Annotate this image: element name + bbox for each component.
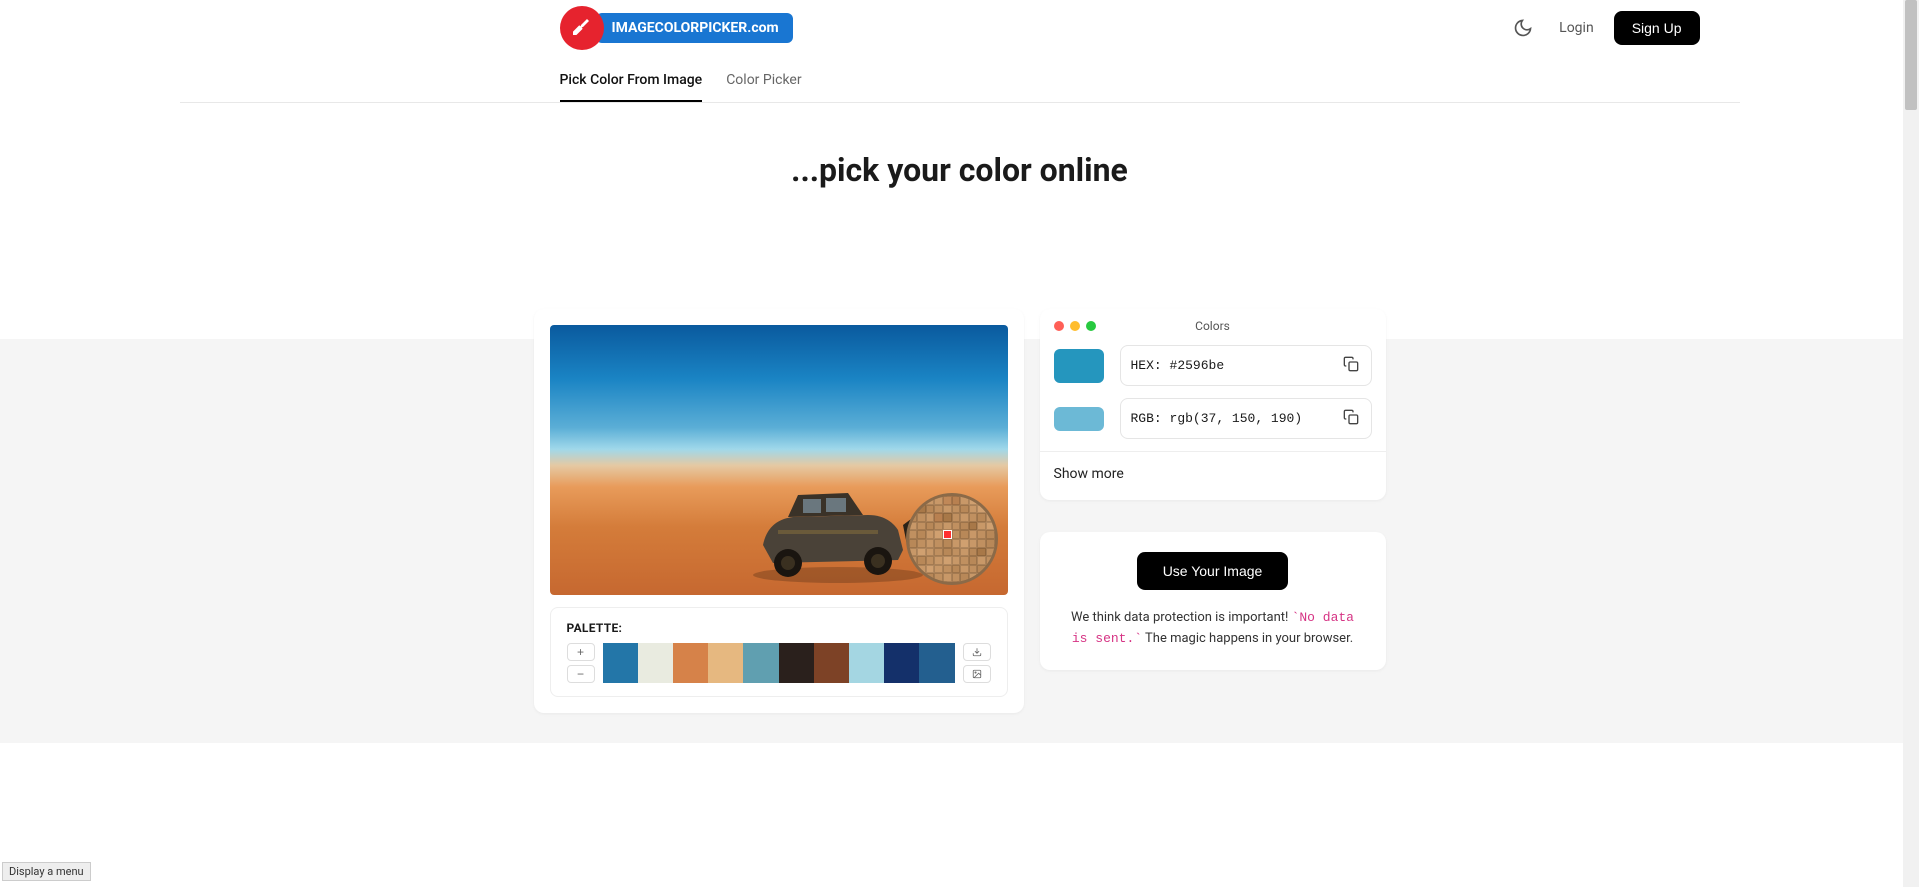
palette-action-controls xyxy=(963,643,991,683)
palette-swatch-9[interactable] xyxy=(919,643,954,683)
palette-swatch-1[interactable] xyxy=(638,643,673,683)
theme-toggle-button[interactable] xyxy=(1507,12,1539,44)
right-column: Colors HEX: #2596be RGB: r xyxy=(1040,309,1386,713)
colors-card: Colors HEX: #2596be RGB: r xyxy=(1040,309,1386,500)
page-title: ...pick your color online xyxy=(0,151,1919,189)
palette-remove-button[interactable]: − xyxy=(567,665,595,683)
palette-swatch-7[interactable] xyxy=(849,643,884,683)
palette-add-button[interactable]: + xyxy=(567,643,595,661)
rgb-text: RGB: rgb(37, 150, 190) xyxy=(1131,411,1303,426)
rgb-value-box: RGB: rgb(37, 150, 190) xyxy=(1120,398,1372,439)
dot-yellow-icon xyxy=(1070,321,1080,331)
copy-hex-button[interactable] xyxy=(1341,354,1361,377)
nav-tabs: Pick Color From Image Color Picker xyxy=(180,60,1740,103)
window-dots xyxy=(1054,321,1096,331)
hex-value-box: HEX: #2596be xyxy=(1120,345,1372,386)
scrollbar[interactable] xyxy=(1903,0,1919,887)
upload-description: We think data protection is important! `… xyxy=(1060,608,1366,650)
rgb-swatch[interactable] xyxy=(1054,407,1104,431)
hex-row: HEX: #2596be xyxy=(1054,345,1372,386)
image-preview[interactable] xyxy=(550,325,1008,595)
logo-icon xyxy=(560,6,604,50)
status-hint: Display a menu xyxy=(2,862,91,881)
rgb-row: RGB: rgb(37, 150, 190) xyxy=(1054,398,1372,439)
palette-swatch-3[interactable] xyxy=(708,643,743,683)
download-icon xyxy=(972,647,982,657)
palette-size-controls: + − xyxy=(567,643,595,683)
dot-green-icon xyxy=(1086,321,1096,331)
login-link[interactable]: Login xyxy=(1559,20,1594,36)
dot-red-icon xyxy=(1054,321,1064,331)
content-row: PALETTE: + − xyxy=(0,309,1919,713)
palette-swatch-4[interactable] xyxy=(743,643,778,683)
tab-color-picker[interactable]: Color Picker xyxy=(726,60,801,102)
hex-swatch[interactable] xyxy=(1054,349,1104,383)
upload-card: Use Your Image We think data protection … xyxy=(1040,532,1386,670)
palette-label: PALETTE: xyxy=(567,621,991,635)
moon-icon xyxy=(1513,18,1533,38)
signup-button[interactable]: Sign Up xyxy=(1614,11,1700,45)
magnifier-lens xyxy=(906,493,998,585)
tab-pick-color-from-image[interactable]: Pick Color From Image xyxy=(560,60,703,102)
header: IMAGECOLORPICKER.com Login Sign Up xyxy=(180,0,1740,56)
divider xyxy=(1040,451,1386,452)
show-more-link[interactable]: Show more xyxy=(1054,466,1372,482)
palette-row: + − xyxy=(567,643,991,683)
colors-header: Colors xyxy=(1054,321,1372,331)
palette-download-button[interactable] xyxy=(963,643,991,661)
logo-text: IMAGECOLORPICKER.com xyxy=(596,13,793,43)
image-icon xyxy=(972,669,982,679)
palette-card: PALETTE: + − xyxy=(550,607,1008,697)
palette-swatch-2[interactable] xyxy=(673,643,708,683)
copy-rgb-button[interactable] xyxy=(1341,407,1361,430)
copy-icon xyxy=(1343,356,1359,372)
palette-swatch-6[interactable] xyxy=(814,643,849,683)
palette-swatch-8[interactable] xyxy=(884,643,919,683)
palette-swatch-0[interactable] xyxy=(603,643,638,683)
copy-icon xyxy=(1343,409,1359,425)
scrollbar-thumb[interactable] xyxy=(1905,0,1917,110)
hex-text: HEX: #2596be xyxy=(1131,358,1225,373)
image-card: PALETTE: + − xyxy=(534,309,1024,713)
colors-title: Colors xyxy=(1195,319,1230,333)
logo[interactable]: IMAGECOLORPICKER.com xyxy=(560,6,793,50)
palette-colors xyxy=(603,643,955,683)
car-illustration xyxy=(748,475,928,585)
palette-copy-button[interactable] xyxy=(963,665,991,683)
use-your-image-button[interactable]: Use Your Image xyxy=(1137,552,1289,590)
main-area: PALETTE: + − xyxy=(0,339,1919,743)
palette-swatch-5[interactable] xyxy=(779,643,814,683)
header-actions: Login Sign Up xyxy=(1507,11,1699,45)
